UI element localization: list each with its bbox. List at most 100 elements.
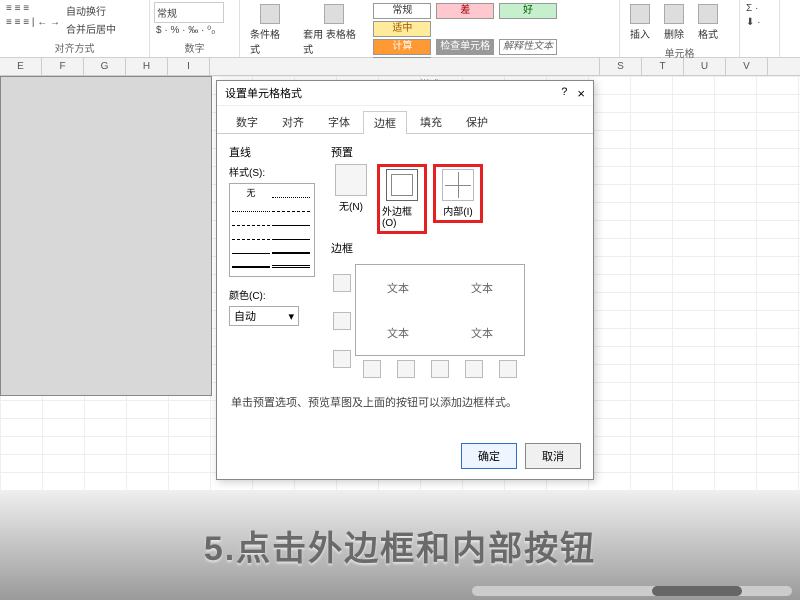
align-btn-2[interactable]: ≡ ≡ ≡ | ← → [4,16,62,29]
number-btns[interactable]: $ · % · ‰ · ⁰₀ [154,24,235,37]
edge-btn-mid-h[interactable] [333,312,351,330]
ribbon: ≡ ≡ ≡ ≡ ≡ ≡ | ← → 自动换行 合并后居中 对齐方式 常规 $ ·… [0,0,800,58]
edge-buttons-bottom [355,360,525,378]
preset-none[interactable]: 无(N) [331,164,371,213]
step-caption: 5.点击外边框和内部按钮 [204,521,596,570]
color-dropdown[interactable]: 自动 ▾ [229,306,299,326]
preview-cell: 文本 [356,265,440,310]
format-cells-dialog: 设置单元格格式 ? × 数字 对齐 字体 边框 填充 保护 直线 样式(S): … [216,80,594,480]
line-style-none[interactable]: 无 [232,186,270,198]
highlight-outline: 外边框(O) [377,164,427,234]
cellstyle-check[interactable]: 检查单元格 [436,39,494,55]
edge-btn-left[interactable] [397,360,415,378]
edge-btn-diag1[interactable] [363,360,381,378]
line-style-list[interactable]: 无 [229,183,315,277]
ribbon-group-align: ≡ ≡ ≡ ≡ ≡ ≡ | ← → 自动换行 合并后居中 对齐方式 [0,0,150,57]
cond-format-btn[interactable]: 条件格式 [244,2,295,58]
col-h[interactable]: V [726,58,768,75]
tab-number[interactable]: 数字 [225,110,269,133]
col-h-gap [210,58,600,75]
cancel-button[interactable]: 取消 [525,443,581,469]
preset-section-label: 预置 [331,144,581,160]
col-h[interactable]: T [642,58,684,75]
close-icon[interactable]: × [577,86,585,101]
edge-btn-bottom[interactable] [333,350,351,368]
col-h[interactable]: U [684,58,726,75]
preview-cell: 文本 [440,310,524,355]
col-h[interactable]: E [0,58,42,75]
line-style[interactable] [272,186,310,198]
insert-btn[interactable]: 插入 [624,2,656,43]
color-label: 颜色(C): [229,287,319,302]
dialog-title: 设置单元格格式 [225,85,302,101]
col-h[interactable]: S [600,58,642,75]
edge-buttons-left [333,264,351,378]
col-h[interactable]: G [84,58,126,75]
edge-btn-right[interactable] [465,360,483,378]
line-style[interactable] [272,200,310,212]
align-btn[interactable]: ≡ ≡ ≡ [4,2,62,15]
cellstyle-calc[interactable]: 计算 [373,39,431,55]
group-label-align: 对齐方式 [4,38,145,55]
preview-cell: 文本 [440,265,524,310]
delete-btn[interactable]: 删除 [658,2,690,43]
line-style[interactable] [232,214,270,226]
caption-overlay: 5.点击外边框和内部按钮 [0,490,800,600]
border-section-label: 边框 [331,240,581,256]
wrap-text[interactable]: 自动换行 [64,2,118,19]
line-style[interactable] [232,228,270,240]
edge-btn-top[interactable] [333,274,351,292]
ribbon-group-styles: 条件格式 套用 表格格式 常规 差 好 适中 计算 检查单元格 解释性文本 警告… [240,0,620,57]
line-style[interactable] [232,200,270,212]
cellstyle-bad[interactable]: 差 [436,3,494,19]
line-style[interactable] [272,214,310,226]
line-style[interactable] [232,256,270,268]
ribbon-group-number: 常规 $ · % · ‰ · ⁰₀ 数字 [150,0,240,57]
tab-border[interactable]: 边框 [363,111,407,134]
preset-outline[interactable]: 外边框(O) [382,169,422,229]
format-btn[interactable]: 格式 [692,2,724,43]
table-format-btn[interactable]: 套用 表格格式 [297,2,370,58]
fill-icon[interactable]: ⬇ · [744,16,775,29]
col-h[interactable]: I [168,58,210,75]
cellstyle-expl[interactable]: 解释性文本 [499,39,557,55]
edge-btn-mid-v[interactable] [431,360,449,378]
style-label: 样式(S): [229,164,319,179]
line-style[interactable] [272,242,310,254]
ribbon-group-cells: 插入 删除 格式 单元格 [620,0,740,57]
cellstyle-neutral[interactable]: 适中 [373,21,431,37]
line-style[interactable] [272,228,310,240]
video-scrollbar[interactable] [472,586,792,596]
edge-btn-diag2[interactable] [499,360,517,378]
border-preview: 文本 文本 文本 文本 [355,264,525,356]
col-h[interactable]: F [42,58,84,75]
preset-none-icon [335,164,367,196]
preset-outline-icon [386,169,418,201]
number-format-dd[interactable]: 常规 [154,2,224,23]
ok-button[interactable]: 确定 [461,443,517,469]
cellstyle-normal[interactable]: 常规 [373,3,431,19]
highlight-inside: 内部(I) [433,164,483,223]
preview-cell: 文本 [356,310,440,355]
dialog-tabs: 数字 对齐 字体 边框 填充 保护 [217,106,593,134]
cellstyle-good[interactable]: 好 [499,3,557,19]
dialog-description: 单击预置选项、预览草图及上面的按钮可以添加边框样式。 [217,388,593,416]
col-h[interactable]: H [126,58,168,75]
tab-protect[interactable]: 保护 [455,110,499,133]
autosum-icon[interactable]: Σ · [744,2,775,15]
column-headers: E F G H I S T U V [0,58,800,76]
preset-inside[interactable]: 内部(I) [438,169,478,218]
preset-inside-icon [442,169,474,201]
help-icon[interactable]: ? [561,86,567,101]
tab-fill[interactable]: 填充 [409,110,453,133]
dialog-titlebar: 设置单元格格式 ? × [217,81,593,106]
line-style[interactable] [232,242,270,254]
tab-font[interactable]: 字体 [317,110,361,133]
ribbon-group-editing: Σ · ⬇ · [740,0,780,57]
line-style[interactable] [272,256,310,268]
line-section-label: 直线 [229,144,319,160]
tab-align[interactable]: 对齐 [271,110,315,133]
group-label-number: 数字 [154,38,235,55]
chevron-down-icon: ▾ [288,310,294,323]
merge-center[interactable]: 合并后居中 [64,20,118,37]
